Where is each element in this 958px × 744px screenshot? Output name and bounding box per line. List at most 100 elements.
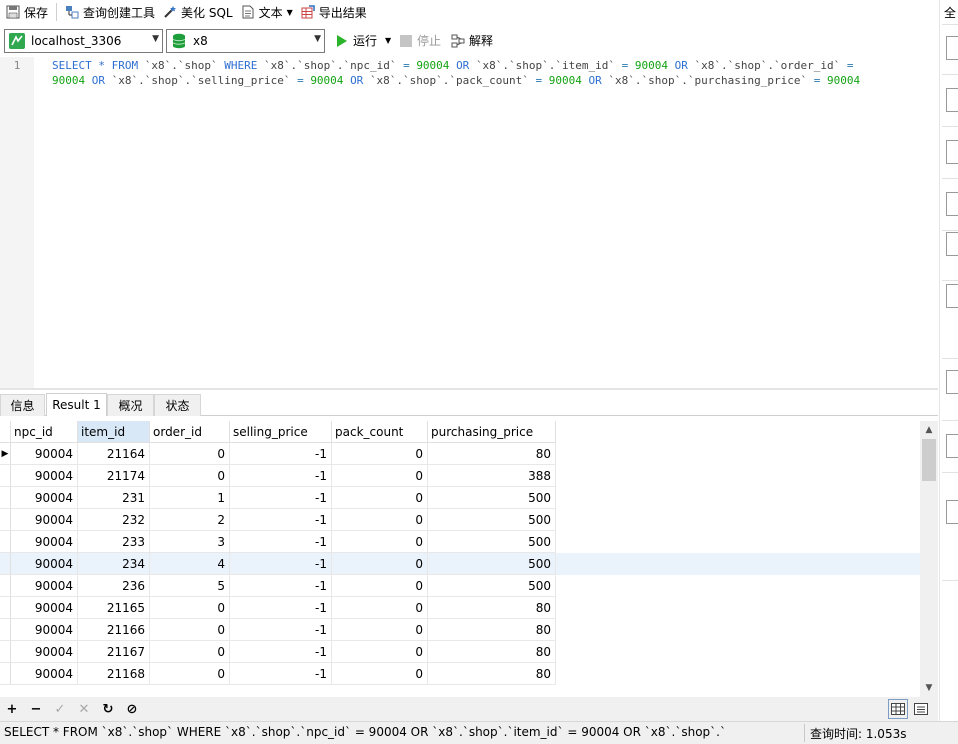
table-row[interactable]: 90004 21167 0 -1 0 80	[0, 641, 920, 663]
table-cell-selling-price[interactable]: -1	[230, 575, 332, 597]
table-cell-selling-price[interactable]: -1	[230, 619, 332, 641]
table-cell-item-id[interactable]: 231	[78, 487, 150, 509]
sql-code-line[interactable]: 90004 OR `x8`.`shop`.`selling_price` = 9…	[52, 73, 860, 88]
column-header-item-id[interactable]: item_id	[78, 421, 150, 443]
column-header-purchasing-price[interactable]: purchasing_price	[428, 421, 556, 443]
apply-changes-button[interactable]: ✓	[48, 698, 72, 720]
table-cell-pack-count[interactable]: 0	[332, 465, 428, 487]
table-cell-selling-price[interactable]: -1	[230, 597, 332, 619]
table-cell-item-id[interactable]: 21164	[78, 443, 150, 465]
row-indicator[interactable]	[0, 663, 11, 685]
text-menu-button[interactable]: 文本 ▼	[237, 1, 297, 23]
beautify-sql-button[interactable]: 美化 SQL	[159, 1, 237, 23]
table-cell-purchasing-price[interactable]: 80	[428, 597, 556, 619]
database-select[interactable]: x8 ▼	[166, 29, 325, 53]
table-cell-order-id[interactable]: 0	[150, 641, 230, 663]
table-cell-purchasing-price[interactable]: 500	[428, 487, 556, 509]
table-row[interactable]: 90004 236 5 -1 0 500	[0, 575, 920, 597]
column-header-selling-price[interactable]: selling_price	[230, 421, 332, 443]
delete-record-button[interactable]: −	[24, 698, 48, 720]
row-indicator[interactable]	[0, 641, 11, 663]
table-cell-npc-id[interactable]: 90004	[11, 531, 78, 553]
table-cell-purchasing-price[interactable]: 80	[428, 443, 556, 465]
table-cell-order-id[interactable]: 0	[150, 619, 230, 641]
table-cell-npc-id[interactable]: 90004	[11, 509, 78, 531]
table-cell-npc-id[interactable]: 90004	[11, 641, 78, 663]
table-cell-selling-price[interactable]: -1	[230, 443, 332, 465]
table-cell-pack-count[interactable]: 0	[332, 509, 428, 531]
table-cell-npc-id[interactable]: 90004	[11, 619, 78, 641]
table-cell-selling-price[interactable]: -1	[230, 663, 332, 685]
side-item[interactable]	[946, 284, 958, 308]
explain-button[interactable]: 解释	[451, 32, 493, 49]
table-cell-item-id[interactable]: 233	[78, 531, 150, 553]
table-cell-pack-count[interactable]: 0	[332, 641, 428, 663]
column-header-npc-id[interactable]: npc_id	[11, 421, 78, 443]
table-row[interactable]: 90004 21165 0 -1 0 80	[0, 597, 920, 619]
side-item[interactable]	[946, 192, 958, 216]
sql-editor[interactable]: 1 SELECT * FROM `x8`.`shop` WHERE `x8`.`…	[0, 57, 938, 388]
result-grid[interactable]: npc_id item_id order_id selling_price pack_c…	[0, 421, 920, 687]
row-indicator[interactable]	[0, 597, 11, 619]
table-cell-purchasing-price[interactable]: 80	[428, 619, 556, 641]
chevron-down-icon[interactable]: ▼	[385, 36, 391, 45]
column-header-order-id[interactable]: order_id	[150, 421, 230, 443]
table-cell-pack-count[interactable]: 0	[332, 443, 428, 465]
table-cell-selling-price[interactable]: -1	[230, 531, 332, 553]
table-cell-npc-id[interactable]: 90004	[11, 597, 78, 619]
table-row[interactable]: 90004 21168 0 -1 0 80	[0, 663, 920, 685]
table-row[interactable]: 90004 21174 0 -1 0 388	[0, 465, 920, 487]
table-row[interactable]: 90004 21166 0 -1 0 80	[0, 619, 920, 641]
table-cell-purchasing-price[interactable]: 80	[428, 641, 556, 663]
table-row[interactable]: 90004 232 2 -1 0 500	[0, 509, 920, 531]
scroll-down-icon[interactable]: ▼	[920, 681, 938, 695]
table-row[interactable]: 90004 233 3 -1 0 500	[0, 531, 920, 553]
vertical-scrollbar[interactable]: ▲ ▼	[920, 421, 938, 697]
table-row[interactable]: 90004 234 4 -1 0 500	[0, 553, 920, 575]
table-cell-npc-id[interactable]: 90004	[11, 465, 78, 487]
table-cell-purchasing-price[interactable]: 80	[428, 663, 556, 685]
table-cell-purchasing-price[interactable]: 500	[428, 531, 556, 553]
side-item[interactable]	[946, 140, 958, 164]
table-cell-pack-count[interactable]: 0	[332, 663, 428, 685]
table-cell-selling-price[interactable]: -1	[230, 487, 332, 509]
row-indicator[interactable]	[0, 531, 11, 553]
tab-status[interactable]: 状态	[154, 394, 201, 416]
table-cell-purchasing-price[interactable]: 500	[428, 553, 556, 575]
table-cell-order-id[interactable]: 4	[150, 553, 230, 575]
stop-button[interactable]: 停止	[399, 32, 441, 49]
table-cell-item-id[interactable]: 236	[78, 575, 150, 597]
side-item[interactable]	[946, 370, 958, 394]
table-cell-npc-id[interactable]: 90004	[11, 663, 78, 685]
save-button[interactable]: 保存	[2, 1, 52, 23]
tab-info[interactable]: 信息	[0, 394, 45, 416]
row-indicator[interactable]	[0, 575, 11, 597]
query-builder-button[interactable]: 查询创建工具	[61, 1, 159, 23]
table-cell-order-id[interactable]: 1	[150, 487, 230, 509]
table-cell-purchasing-price[interactable]: 388	[428, 465, 556, 487]
table-cell-pack-count[interactable]: 0	[332, 575, 428, 597]
table-cell-npc-id[interactable]: 90004	[11, 443, 78, 465]
table-cell-npc-id[interactable]: 90004	[11, 487, 78, 509]
row-indicator[interactable]	[0, 619, 11, 641]
table-cell-order-id[interactable]: 0	[150, 443, 230, 465]
table-cell-order-id[interactable]: 0	[150, 663, 230, 685]
side-item[interactable]	[946, 434, 958, 458]
table-cell-item-id[interactable]: 21166	[78, 619, 150, 641]
table-cell-purchasing-price[interactable]: 500	[428, 575, 556, 597]
table-cell-pack-count[interactable]: 0	[332, 619, 428, 641]
row-indicator[interactable]	[0, 553, 11, 575]
grid-view-button[interactable]	[888, 699, 908, 719]
run-button[interactable]: 运行 ▼	[335, 32, 391, 49]
table-cell-item-id[interactable]: 21167	[78, 641, 150, 663]
table-cell-order-id[interactable]: 3	[150, 531, 230, 553]
table-cell-selling-price[interactable]: -1	[230, 641, 332, 663]
side-item[interactable]	[946, 36, 958, 60]
stop-loading-button[interactable]: ⊘	[120, 698, 144, 720]
side-item[interactable]	[946, 500, 958, 524]
column-header-pack-count[interactable]: pack_count	[332, 421, 428, 443]
connection-select[interactable]: localhost_3306 ▼	[4, 29, 163, 53]
table-cell-selling-price[interactable]: -1	[230, 509, 332, 531]
table-cell-npc-id[interactable]: 90004	[11, 553, 78, 575]
discard-changes-button[interactable]: ✕	[72, 698, 96, 720]
